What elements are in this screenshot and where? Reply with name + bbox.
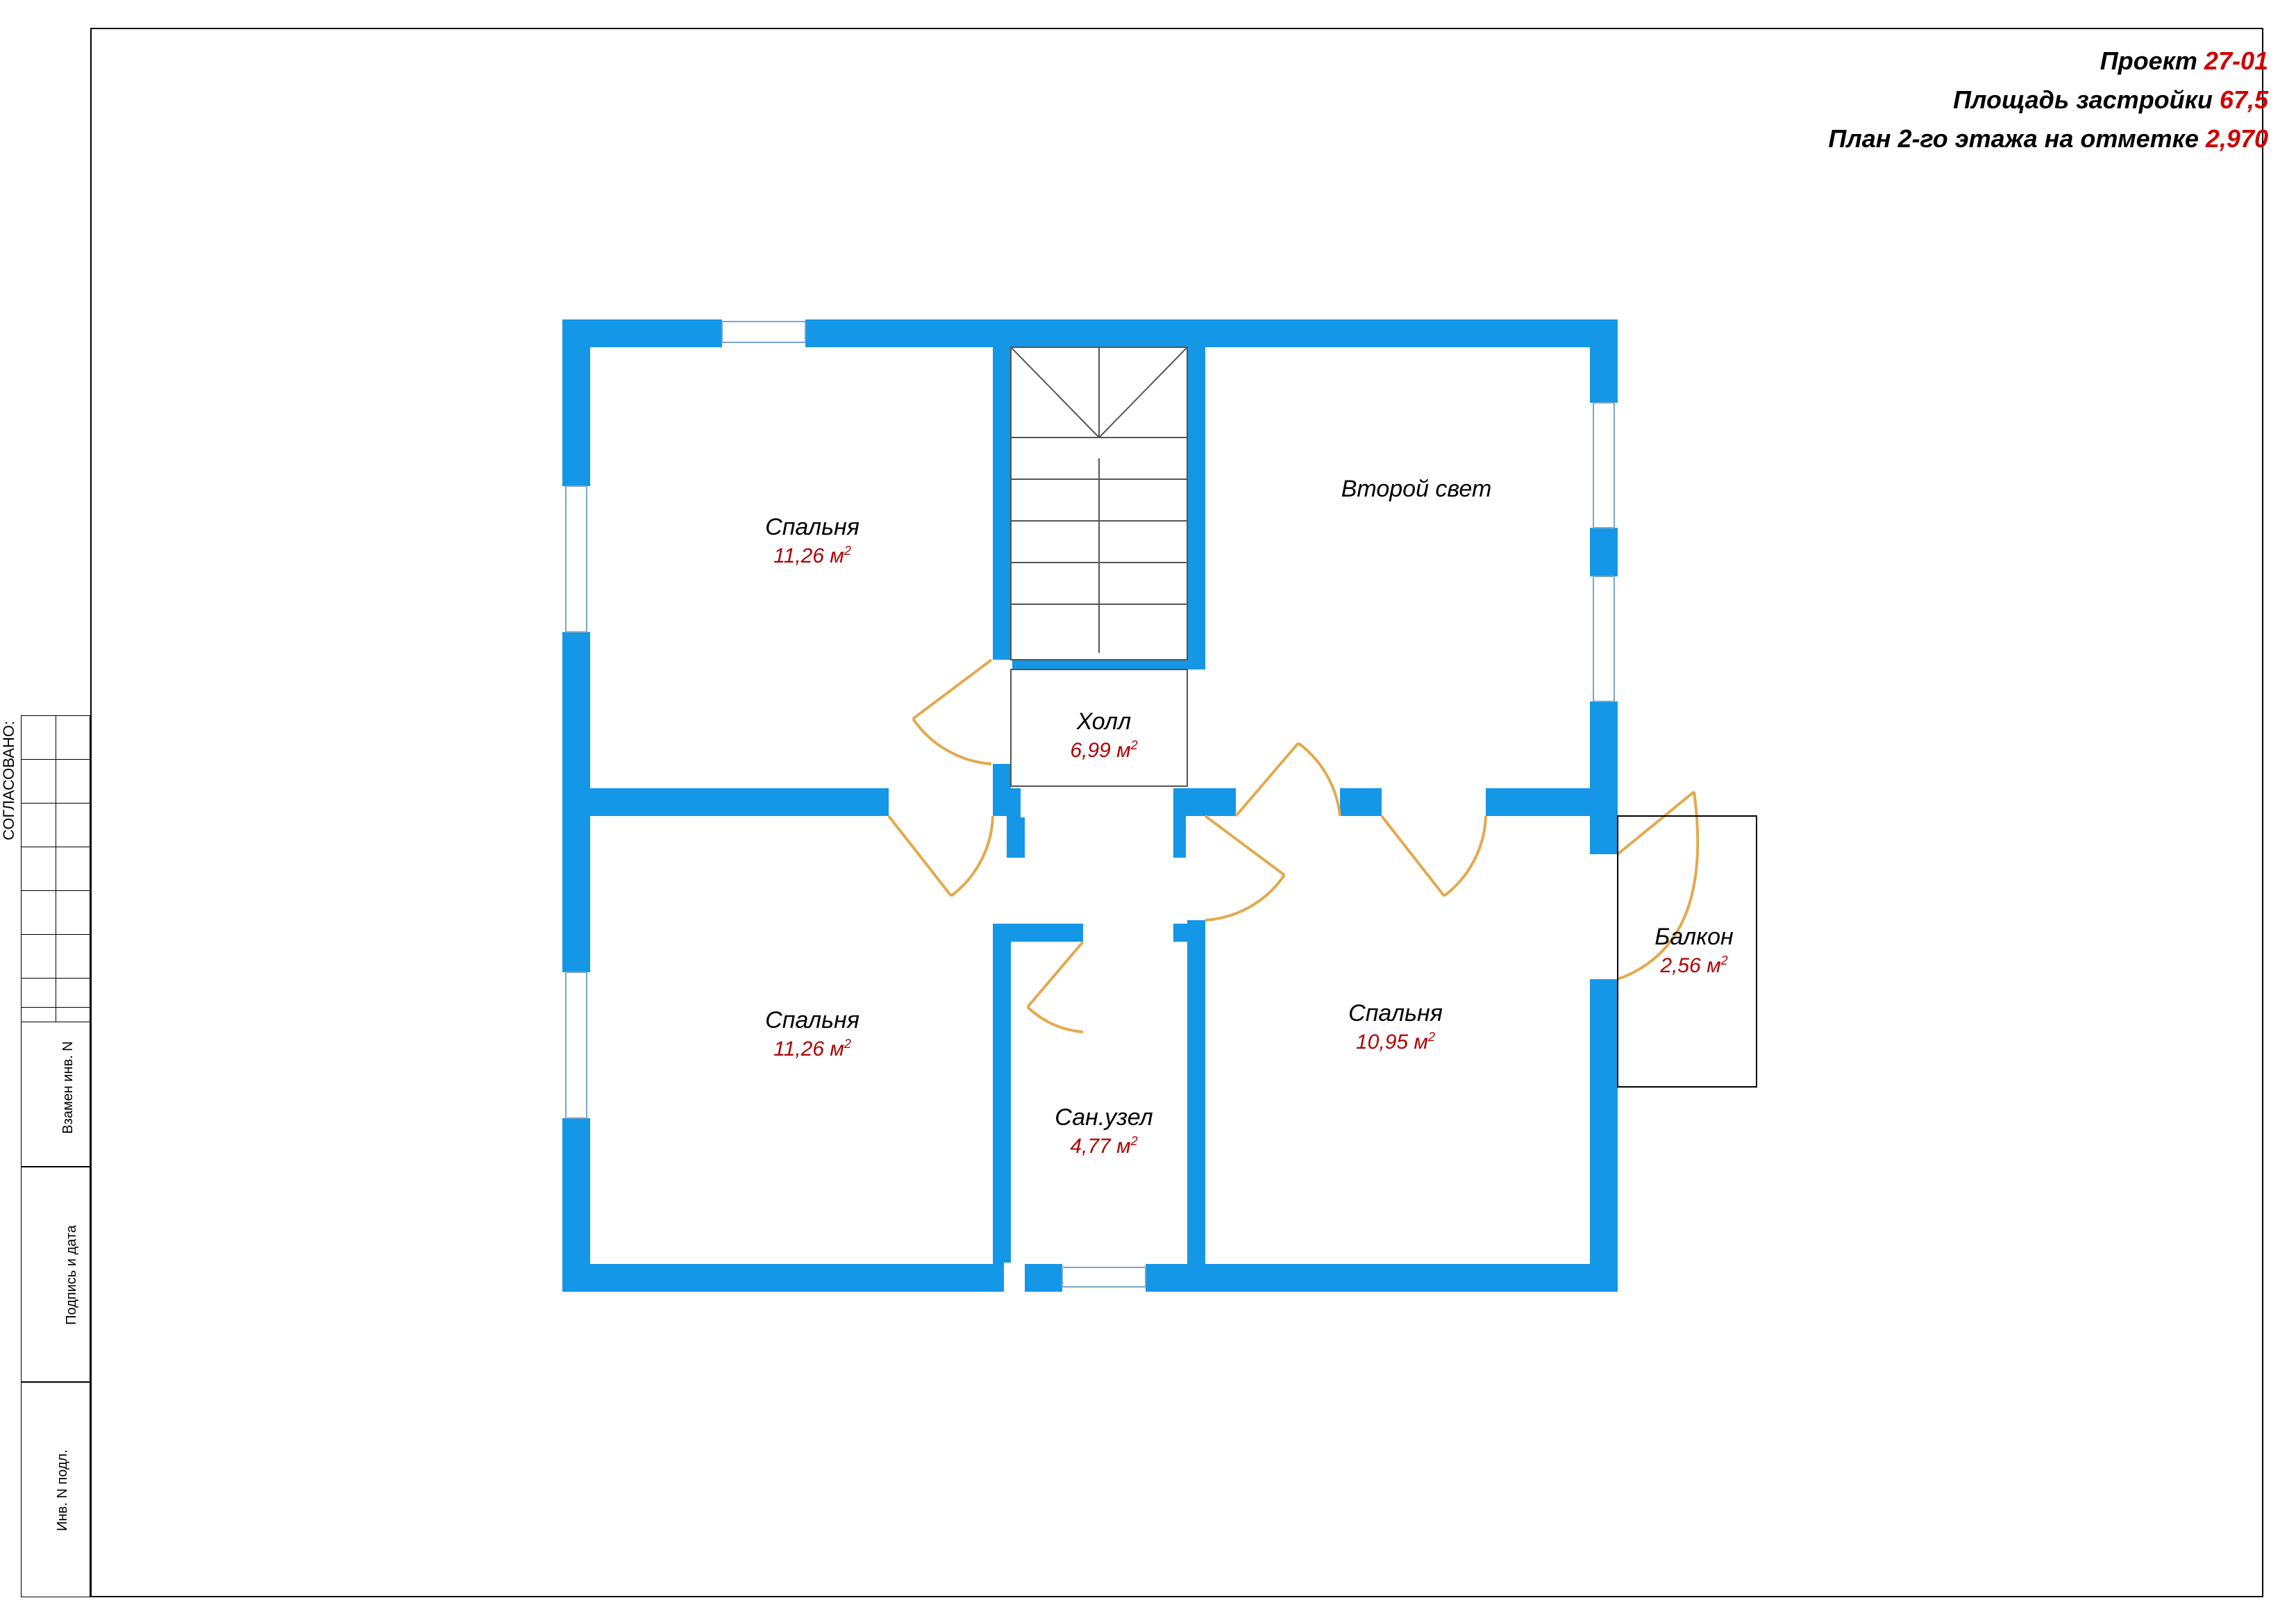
title-line: План 2-го этажа на отметке 2,970 xyxy=(1828,119,2268,158)
signature-block: СОГЛАСОВАНО: Взамен инв. N Подпись и дат… xyxy=(0,715,90,1597)
room-secondlight: Второй свет xyxy=(1305,476,1527,503)
floor-plan-svg xyxy=(535,319,1763,1333)
side-label-inv-orig: Инв. N подл. xyxy=(21,1382,90,1597)
room-hall: Холл 6,99 м2 xyxy=(1028,708,1180,763)
room-bedroom3: Спальня 10,95 м2 xyxy=(1291,1000,1500,1054)
side-label-replacement-inv: Взамен инв. N xyxy=(21,1007,90,1167)
staircase xyxy=(1011,347,1187,660)
room-bedroom1: Спальня 11,26 м2 xyxy=(708,514,916,568)
agreed-label: СОГЛАСОВАНО: xyxy=(0,632,18,840)
header-info: Проект 27-01 Площадь застройки 67,5 План… xyxy=(1828,42,2268,158)
side-label-sign-date: Подпись и дата xyxy=(21,1167,90,1382)
floor-plan: Спальня 11,26 м2 Спальня 11,26 м2 Спальн… xyxy=(535,319,1763,1333)
project-line: Проект 27-01 xyxy=(1828,42,2268,81)
room-balcony: Балкон 2,56 м2 xyxy=(1632,924,1757,978)
room-bath: Сан.узел 4,77 м2 xyxy=(1021,1104,1187,1158)
room-bedroom2: Спальня 11,26 м2 xyxy=(708,1007,916,1061)
area-line: Площадь застройки 67,5 xyxy=(1828,81,2268,119)
side-empty-table xyxy=(21,715,90,1022)
